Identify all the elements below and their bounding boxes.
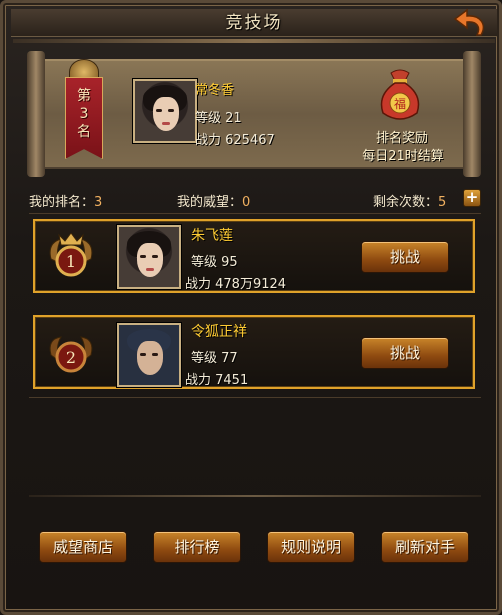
add-attempts-button[interactable]: + bbox=[463, 189, 481, 207]
prestige-label: 我的威望： bbox=[177, 195, 243, 210]
bag-glyph: 福 bbox=[394, 96, 406, 111]
remaining-stat: 剩余次数：5 bbox=[373, 191, 446, 210]
list-divider bbox=[29, 397, 481, 398]
opponent-name: 令狐正祥 bbox=[191, 324, 247, 340]
rank-medal-icon: 1 bbox=[45, 232, 97, 283]
window-title: 竞技场 bbox=[225, 13, 283, 33]
opponent-card: 1 朱飞莲 等级 95 战力 478万9124 挑战 bbox=[33, 219, 475, 293]
my-name: 常冬香 bbox=[195, 83, 235, 98]
reward-time: 每日21时结算 bbox=[362, 149, 444, 164]
rank-char-3: 名 bbox=[77, 124, 91, 140]
my-avatar bbox=[133, 79, 197, 143]
opponent-avatar bbox=[117, 225, 181, 289]
opponent-card: 2 令狐正祥 等级 77 战力 7451 挑战 bbox=[33, 315, 475, 389]
medal-number: 2 bbox=[66, 348, 76, 367]
scroll-rod-left bbox=[27, 51, 45, 177]
my-level: 等级 21 bbox=[195, 111, 242, 126]
prestige-value: 0 bbox=[242, 195, 251, 210]
arena-window: 竞技场 第 3 名 常冬香 等级 21 战力 625467 福 排名奖励 每日2… bbox=[0, 0, 502, 615]
my-rank-label: 我的排名： bbox=[29, 195, 95, 210]
bottom-divider bbox=[29, 495, 481, 497]
title-bar: 竞技场 bbox=[11, 9, 497, 37]
rank-banner: 第 3 名 bbox=[61, 59, 107, 159]
prestige-shop-button[interactable]: 威望商店 bbox=[39, 531, 127, 563]
rank-text: 第 3 名 bbox=[69, 87, 99, 141]
back-arrow-icon[interactable] bbox=[451, 7, 491, 41]
my-power: 战力 625467 bbox=[195, 133, 275, 148]
medal-number: 1 bbox=[66, 252, 76, 271]
rank-char-2: 3 bbox=[79, 106, 89, 122]
opponent-name: 朱飞莲 bbox=[191, 228, 233, 244]
remaining-label: 剩余次数： bbox=[373, 195, 439, 210]
remaining-value: 5 bbox=[438, 195, 447, 210]
stats-bar: 我的排名：3 我的威望：0 剩余次数：5 + bbox=[29, 189, 483, 211]
reward-title: 排名奖励 bbox=[375, 131, 428, 146]
challenge-button[interactable]: 挑战 bbox=[361, 337, 449, 369]
leaderboard-button[interactable]: 排行榜 bbox=[153, 531, 241, 563]
opponent-level: 等级 95 bbox=[191, 255, 238, 270]
refresh-opponents-button[interactable]: 刷新对手 bbox=[381, 531, 469, 563]
rank-char-1: 第 bbox=[77, 88, 91, 104]
scroll-rod-right bbox=[463, 51, 481, 177]
opponent-power: 战力 7451 bbox=[185, 373, 249, 388]
my-rank-stat: 我的排名：3 bbox=[29, 191, 102, 210]
my-rank-value: 3 bbox=[94, 195, 103, 210]
rules-button[interactable]: 规则说明 bbox=[267, 531, 355, 563]
challenge-button[interactable]: 挑战 bbox=[361, 241, 449, 273]
title-divider bbox=[13, 39, 495, 43]
opponent-avatar bbox=[117, 323, 181, 387]
reward-bag-icon[interactable]: 福 bbox=[373, 65, 427, 125]
prestige-stat: 我的威望：0 bbox=[177, 191, 250, 210]
opponent-level: 等级 77 bbox=[191, 351, 238, 366]
opponent-power: 战力 478万9124 bbox=[185, 277, 287, 292]
stats-divider bbox=[29, 213, 481, 214]
rank-medal-icon: 2 bbox=[45, 329, 97, 379]
